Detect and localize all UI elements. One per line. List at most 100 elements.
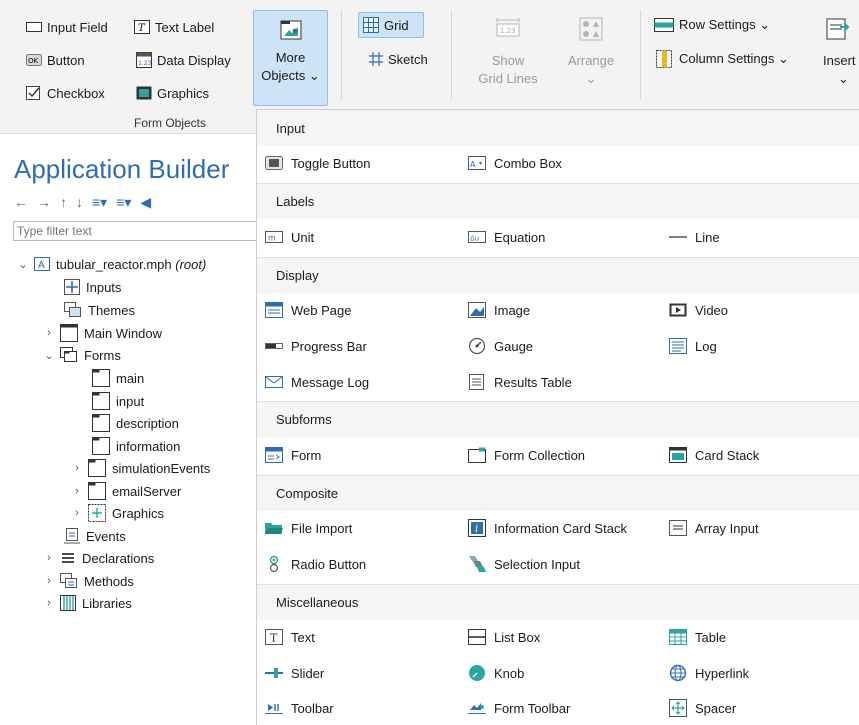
menu-item-form[interactable]: Form xyxy=(265,443,321,467)
forward-arrow-icon[interactable]: → xyxy=(37,194,51,211)
toggle-button-icon xyxy=(265,156,283,170)
menu-item-card-stack[interactable]: Card Stack xyxy=(669,443,759,467)
expand-list-icon[interactable]: ≡▾ xyxy=(92,194,107,211)
tree-item-forms[interactable]: ⌄ Forms xyxy=(44,344,121,366)
tree-root[interactable]: ⌄ A tubular_reactor.mph (root) xyxy=(18,253,206,275)
menu-item-table[interactable]: Table xyxy=(669,625,726,649)
chevron-down-icon[interactable]: ⌄ xyxy=(44,349,54,362)
chevron-right-icon[interactable]: › xyxy=(72,462,82,474)
window-icon xyxy=(60,324,78,342)
data-display-button[interactable]: 1.23 Data Display xyxy=(136,49,231,71)
menu-item-hyperlink[interactable]: Hyperlink xyxy=(669,661,749,685)
row-settings-button[interactable]: Row Settings ⌄ xyxy=(654,14,770,36)
chevron-right-icon[interactable]: › xyxy=(72,485,82,497)
text-label-button[interactable]: T Text Label xyxy=(134,16,214,38)
menu-item-spacer[interactable]: Spacer xyxy=(669,696,736,720)
chevron-right-icon[interactable]: › xyxy=(44,575,54,587)
back-arrow-icon[interactable]: ← xyxy=(14,194,28,211)
chevron-right-icon[interactable]: › xyxy=(44,327,54,339)
menu-item-file-import[interactable]: File Import xyxy=(265,516,352,540)
menu-item-list-box[interactable]: List Box xyxy=(468,625,540,649)
pin-icon[interactable]: ◀ xyxy=(140,194,151,211)
graphics-button[interactable]: Graphics xyxy=(136,82,209,104)
menu-item-gauge[interactable]: Gauge xyxy=(468,334,533,358)
menu-item-text[interactable]: T Text xyxy=(265,625,315,649)
collapse-list-icon[interactable]: ≡▾ xyxy=(116,194,131,211)
tree-item-events[interactable]: Events xyxy=(64,525,126,547)
chevron-down-icon[interactable]: ⌄ xyxy=(18,258,28,271)
form-icon xyxy=(92,414,110,432)
arrange-button[interactable]: Arrange ⌄ xyxy=(557,17,625,88)
menu-item-information-card-stack[interactable]: i Information Card Stack xyxy=(468,516,627,540)
tree-item-email-server[interactable]: › emailServer xyxy=(72,480,181,502)
move-down-icon[interactable]: ↓ xyxy=(76,194,83,211)
menu-section-labels: Labels xyxy=(257,183,859,219)
menu-item-form-toolbar[interactable]: Form Toolbar xyxy=(468,696,570,720)
tree-item-main-window[interactable]: › Main Window xyxy=(44,322,162,344)
menu-item-web-page[interactable]: Web Page xyxy=(265,298,351,322)
menu-item-label: Spacer xyxy=(695,700,737,716)
tree-item-label: simulationEvents xyxy=(112,460,211,476)
chevron-right-icon[interactable]: › xyxy=(44,552,54,564)
menu-item-unit[interactable]: m Unit xyxy=(265,225,314,249)
checkbox-button[interactable]: Checkbox xyxy=(26,82,105,104)
web-page-icon xyxy=(265,302,283,318)
chevron-right-icon[interactable]: › xyxy=(72,507,82,519)
menu-item-log[interactable]: Log xyxy=(669,334,717,358)
menu-item-image[interactable]: Image xyxy=(468,298,530,322)
tree-item-graphics[interactable]: › Graphics xyxy=(72,502,164,524)
form-icon xyxy=(265,447,283,463)
input-field-button[interactable]: Input Field xyxy=(26,16,108,38)
tree-item-simulation-events[interactable]: › simulationEvents xyxy=(72,457,210,479)
card-stack-icon xyxy=(669,447,687,463)
progress-bar-icon xyxy=(265,339,283,353)
show-grid-lines-icon: 1.23 xyxy=(496,17,520,39)
graphics-form-icon xyxy=(88,504,106,522)
menu-item-progress-bar[interactable]: Progress Bar xyxy=(265,334,367,358)
tree-item-form[interactable]: information xyxy=(92,435,180,457)
insert-button[interactable]: Insert ⌄ xyxy=(820,17,859,88)
menu-item-message-log[interactable]: Message Log xyxy=(265,370,369,394)
menu-item-knob[interactable]: Knob xyxy=(468,661,524,685)
tree-item-inputs[interactable]: Inputs xyxy=(64,276,121,298)
menu-item-equation[interactable]: Δu Equation xyxy=(468,225,545,249)
menu-item-array-input[interactable]: Array Input xyxy=(669,516,759,540)
chevron-right-icon[interactable]: › xyxy=(44,597,54,609)
arrange-label-line2: ⌄ xyxy=(585,71,597,86)
menu-item-selection-input[interactable]: Selection Input xyxy=(468,552,580,576)
tree-item-form[interactable]: description xyxy=(92,412,179,434)
grid-button[interactable]: Grid xyxy=(358,12,424,38)
tree-item-libraries[interactable]: › Libraries xyxy=(44,592,132,614)
tree-root-label: tubular_reactor.mph xyxy=(56,256,172,272)
filter-input[interactable] xyxy=(13,221,256,241)
menu-item-radio-button[interactable]: Radio Button xyxy=(265,552,366,576)
button-button[interactable]: OK Button xyxy=(26,49,85,71)
menu-item-video[interactable]: Video xyxy=(669,298,728,322)
move-up-icon[interactable]: ↑ xyxy=(60,194,67,211)
menu-item-toggle-button[interactable]: Toggle Button xyxy=(265,151,371,175)
menu-item-label: Text xyxy=(291,629,315,645)
text-icon: T xyxy=(265,629,283,645)
column-settings-button[interactable]: Column Settings ⌄ xyxy=(654,48,789,70)
sketch-button[interactable]: Sketch xyxy=(369,48,428,70)
form-toolbar-icon xyxy=(468,701,486,715)
svg-text:m: m xyxy=(268,234,276,243)
tree-item-label: Graphics xyxy=(112,505,165,521)
tree-item-form[interactable]: main xyxy=(92,367,144,389)
menu-item-form-collection[interactable]: Form Collection xyxy=(468,443,585,467)
menu-item-line[interactable]: Line xyxy=(669,225,720,249)
more-objects-button[interactable]: More Objects ⌄ xyxy=(253,10,328,106)
tree-item-label: emailServer xyxy=(112,483,182,499)
tree-item-methods[interactable]: › Methods xyxy=(44,570,134,592)
tree-item-form[interactable]: input xyxy=(92,390,144,412)
show-grid-lines-button[interactable]: 1.23 Show Grid Lines xyxy=(472,17,544,88)
information-icon: i xyxy=(468,519,486,537)
menu-item-results-table[interactable]: Results Table xyxy=(468,370,572,394)
tree-item-themes[interactable]: Themes xyxy=(64,299,135,321)
menu-item-combo-box[interactable]: A Combo Box xyxy=(468,151,562,175)
tree-item-declarations[interactable]: › Declarations xyxy=(44,547,154,569)
menu-item-slider[interactable]: Slider xyxy=(265,661,324,685)
svg-text:A: A xyxy=(470,160,476,169)
menu-item-toolbar[interactable]: Toolbar xyxy=(265,696,334,720)
menu-item-label: Results Table xyxy=(494,374,572,390)
